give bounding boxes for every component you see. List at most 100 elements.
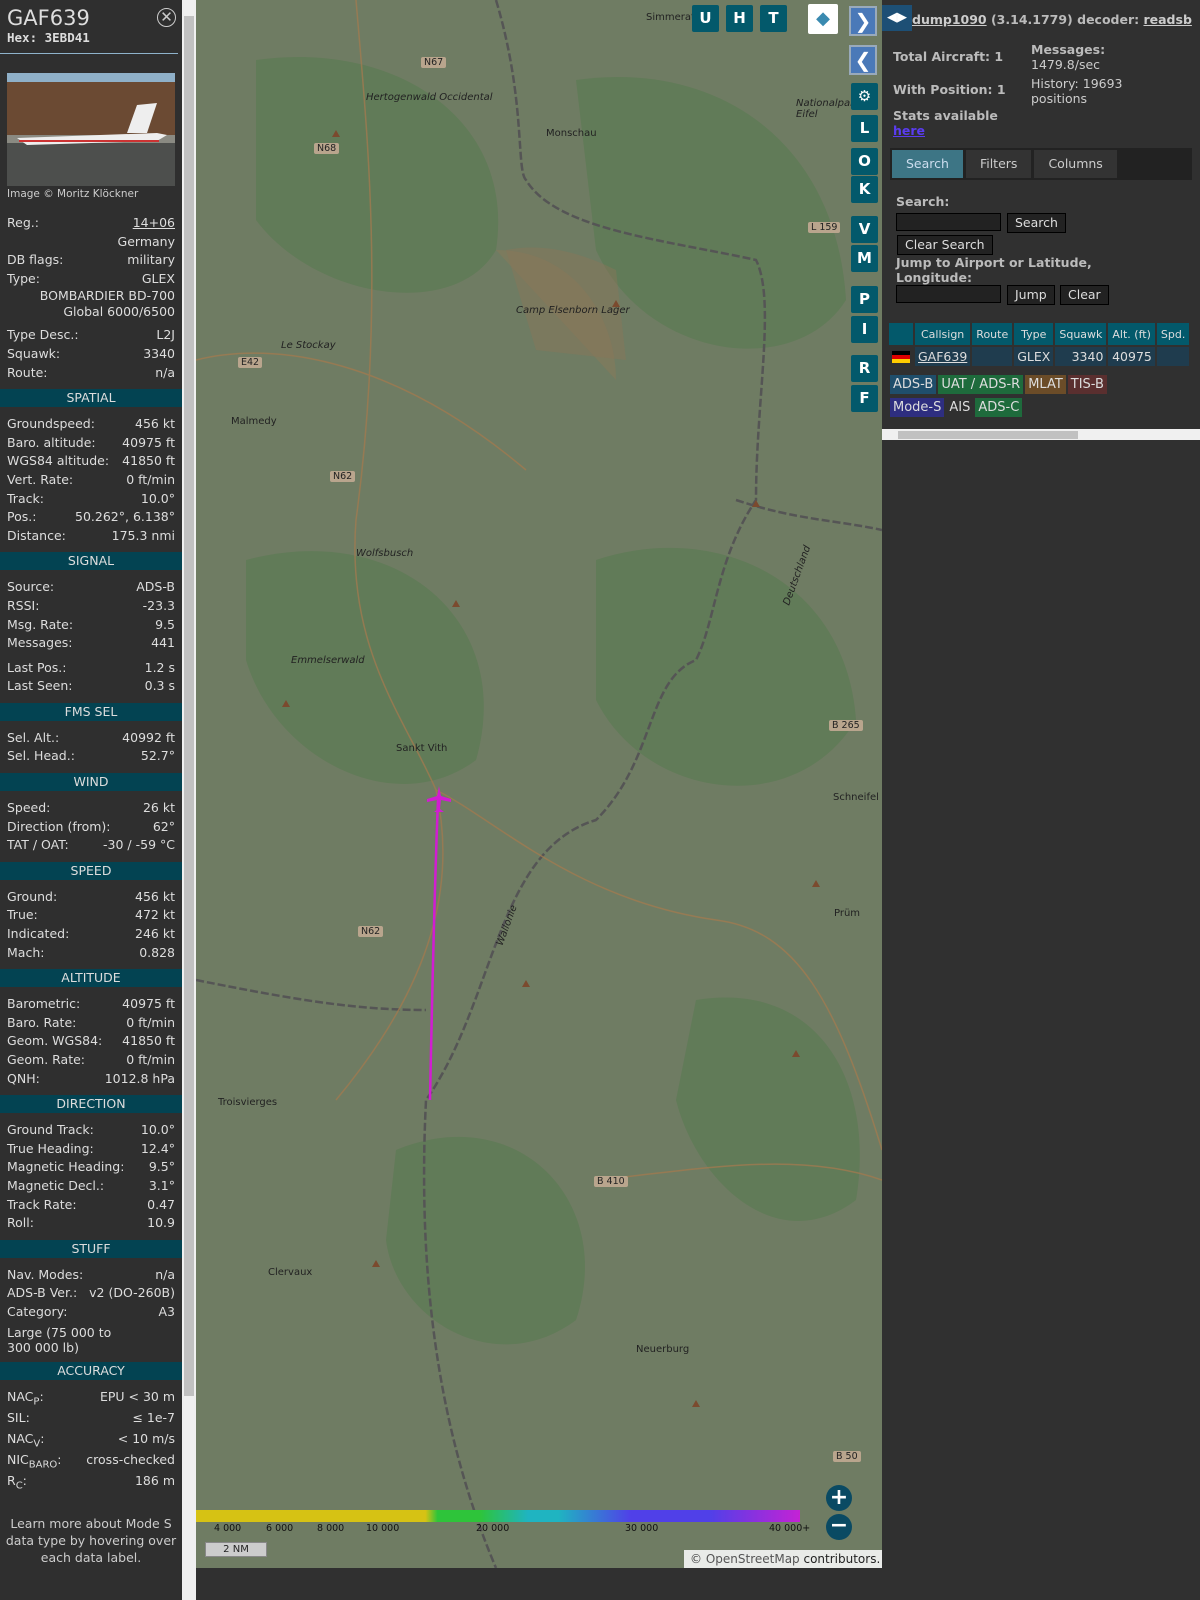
section-header[interactable]: FMS SEL — [0, 702, 182, 721]
section-header[interactable]: ALTITUDE — [0, 969, 182, 988]
map[interactable]: Simmerath Hertogenwald Occidental N67 N68 Mo… — [196, 0, 882, 1568]
info-label: Sel. Alt.: — [7, 729, 60, 745]
clear-search-button[interactable]: Clear Search — [897, 235, 993, 255]
table-row[interactable]: GAF639 GLEX 3340 40975 — [889, 347, 1190, 366]
legend-tick-label: 8 000 — [317, 1523, 345, 1534]
info-row: Category: A3 — [0, 1303, 182, 1322]
map-label: Monschau — [546, 128, 597, 139]
tab-columns[interactable]: Columns — [1034, 150, 1117, 178]
map-button-m[interactable]: M — [851, 245, 878, 272]
section-header[interactable]: DIRECTION — [0, 1095, 182, 1114]
column-header[interactable]: Spd. — [1156, 323, 1190, 345]
info-value: 9.5 — [155, 616, 175, 632]
dump1090-link[interactable]: dump1090 — [912, 12, 987, 27]
registration-link[interactable]: 14+06 — [133, 214, 175, 233]
scrollbar-thumb[interactable] — [184, 16, 194, 1396]
settings-gear-icon[interactable]: ⚙ — [851, 83, 878, 110]
messages-rate: 1479.8/sec — [1031, 57, 1101, 72]
search-button[interactable]: Search — [1007, 213, 1066, 233]
info-value: 10.9 — [147, 1215, 175, 1231]
type-name-line1: BOMBARDIER BD-700 — [39, 288, 175, 304]
tab-search[interactable]: Search — [892, 150, 963, 178]
section-header[interactable]: SIGNAL — [0, 552, 182, 571]
map-button-k[interactable]: K — [851, 176, 878, 203]
info-label: Route: — [7, 364, 48, 380]
info-row: Baro. Rate: 0 ft/min — [0, 1014, 182, 1033]
cell-type: GLEX — [1014, 347, 1054, 366]
info-label: Baro. Rate: — [7, 1014, 77, 1030]
info-row: Source: ADS-B — [0, 578, 182, 597]
stats-link[interactable]: here — [893, 123, 925, 138]
chevron-left-icon[interactable]: ❮ — [849, 45, 877, 75]
map-button-t[interactable]: T — [760, 5, 787, 32]
map-button-r[interactable]: R — [851, 355, 878, 382]
column-header[interactable]: Squawk — [1055, 323, 1107, 345]
info-row: Nav. Modes: n/a — [0, 1266, 182, 1285]
map-button-f[interactable]: F — [851, 385, 878, 412]
section-header[interactable]: SPATIAL — [0, 389, 182, 408]
map-label: Clervaux — [268, 1267, 313, 1278]
source-legend-chip: UAT / ADS-R — [938, 375, 1024, 394]
map-label: N62 — [330, 471, 356, 482]
jump-button[interactable]: Jump — [1007, 285, 1055, 305]
info-value: 50.262°, 6.138° — [75, 509, 175, 525]
search-label: Search: — [896, 194, 950, 209]
decoder-link[interactable]: readsb — [1143, 12, 1191, 27]
section-header[interactable]: WIND — [0, 773, 182, 792]
sidebar-scrollbar[interactable] — [182, 0, 196, 1600]
info-value: 456 kt — [135, 888, 175, 904]
info-label: Mach: — [7, 944, 45, 960]
aircraft-icon[interactable] — [427, 786, 451, 812]
info-value: -23.3 — [142, 597, 175, 613]
chevron-right-icon[interactable]: ❯ — [849, 6, 877, 36]
column-header[interactable]: Type — [1014, 323, 1054, 345]
info-label: Type Desc.: — [7, 327, 79, 343]
info-value: 40975 ft — [122, 434, 175, 450]
map-button-p[interactable]: P — [851, 286, 878, 313]
close-icon[interactable]: ✕ — [157, 8, 176, 27]
cell-squawk: 3340 — [1055, 347, 1107, 366]
table-horizontal-scrollbar[interactable] — [882, 429, 1200, 440]
info-row: Groundspeed: 456 kt — [0, 415, 182, 434]
map-button-o[interactable]: O — [851, 148, 878, 175]
column-header[interactable]: Callsign — [915, 323, 971, 345]
zoom-out-button[interactable]: − — [826, 1514, 852, 1540]
map-button-v[interactable]: V — [851, 216, 878, 243]
map-button-h[interactable]: H — [726, 5, 753, 32]
info-row: Track Rate: 0.47 — [0, 1196, 182, 1215]
osm-link[interactable]: OpenStreetMap — [706, 1552, 800, 1566]
aircraft-list-panel: ◀▶ dump1090 (3.14.1779) decoder: readsb … — [882, 0, 1200, 1600]
map-button-i[interactable]: I — [851, 316, 878, 343]
info-label: Direction (from): — [7, 818, 111, 834]
label-main: NAC — [7, 1388, 34, 1404]
cell-callsign[interactable]: GAF639 — [915, 347, 971, 366]
tab-filters[interactable]: Filters — [965, 150, 1032, 178]
panel-toggle-icon[interactable]: ◀▶ — [882, 5, 912, 31]
aircraft-photo[interactable] — [7, 73, 175, 186]
layers-icon[interactable]: ◆ — [808, 4, 838, 34]
flag-germany-icon — [889, 347, 913, 366]
column-header[interactable]: Alt. (ft) — [1108, 323, 1155, 345]
attribution-suffix: contributors. — [799, 1552, 881, 1566]
info-value: 1012.8 hPa — [104, 1070, 175, 1086]
search-input[interactable] — [896, 213, 1001, 231]
info-label: Geom. Rate: — [7, 1052, 86, 1067]
clear-button[interactable]: Clear — [1060, 285, 1109, 305]
info-label: Nav. Modes: — [7, 1266, 84, 1282]
map-button-u[interactable]: U — [692, 5, 719, 32]
zoom-in-button[interactable]: + — [826, 1485, 852, 1511]
info-value: 10.0° — [140, 1122, 175, 1138]
scrollbar-thumb[interactable] — [898, 431, 1078, 439]
version-text: (3.14.1779) decoder: — [986, 12, 1144, 27]
section-header[interactable]: STUFF — [0, 1239, 182, 1258]
map-button-l[interactable]: L — [851, 115, 878, 142]
section-header[interactable]: SPEED — [0, 861, 182, 880]
info-label: Msg. Rate: — [7, 616, 74, 632]
section-header[interactable]: ACCURACY — [0, 1361, 182, 1380]
jump-input[interactable] — [896, 285, 1001, 303]
label-sub: V — [33, 1438, 41, 1450]
column-header[interactable]: Route — [972, 323, 1013, 345]
map-label: Troisvierges — [218, 1097, 278, 1108]
info-label: Magnetic Heading: — [7, 1159, 125, 1175]
info-label: Track: — [7, 490, 44, 506]
